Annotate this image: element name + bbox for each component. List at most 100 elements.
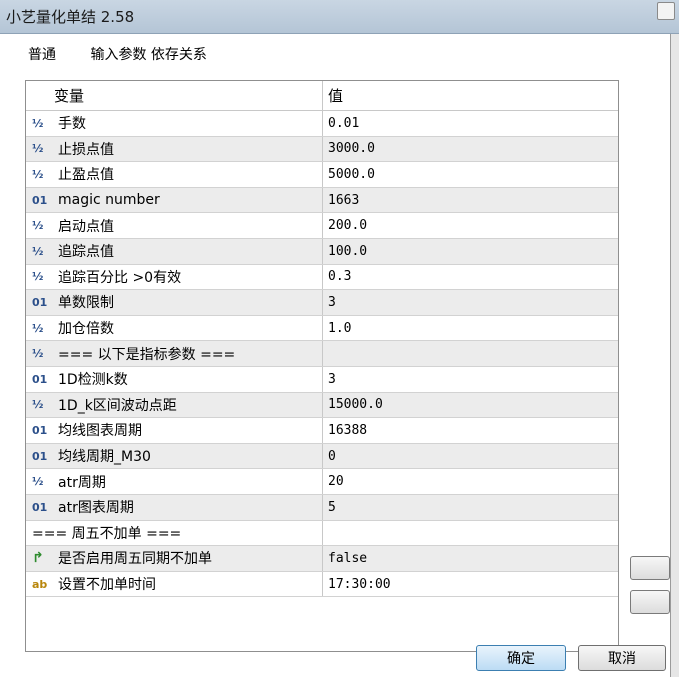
double-icon: ½ [32, 244, 44, 258]
double-icon: ½ [32, 321, 44, 335]
string-icon: ab [32, 577, 48, 591]
double-icon: ½ [32, 167, 44, 181]
parameter-value[interactable]: false [328, 546, 614, 571]
column-separator [322, 392, 323, 418]
parameter-name: 01 1D检测k数 [32, 367, 318, 392]
parameter-value[interactable]: 0.01 [328, 111, 614, 136]
window-title: 小艺量化单结 2.58 [6, 8, 135, 26]
column-separator [322, 162, 323, 187]
table-row[interactable]: 01 均线周期_M30 0 [26, 443, 618, 470]
parameter-name: ½ 追踪百分比 >0有效 [32, 265, 318, 290]
parameter-label: 追踪点值 [58, 244, 114, 261]
column-separator [322, 239, 323, 264]
title-bar[interactable]: 小艺量化单结 2.58 [0, 0, 679, 34]
table-row[interactable]: 01 1D检测k数 3 [26, 367, 618, 393]
parameter-label: 是否启用周五同期不加单 [58, 551, 212, 568]
parameter-value[interactable]: 1663 [328, 188, 614, 213]
parameter-name: 01 均线周期_M30 [32, 444, 318, 469]
parameter-value[interactable]: 0 [328, 444, 614, 469]
side-button-bottom[interactable] [630, 590, 670, 614]
parameter-name: ½ 追踪点值 [32, 239, 318, 264]
parameter-name: ½ atr周期 [32, 469, 318, 494]
column-separator [322, 520, 323, 546]
parameter-name: === 周五不加单 === [32, 521, 318, 546]
column-separator [322, 81, 323, 110]
table-row[interactable]: ½ === 以下是指标参数 === [26, 341, 618, 367]
close-button[interactable] [657, 2, 675, 20]
table-row[interactable]: ½ 1D_k区间波动点距 15000.0 [26, 392, 618, 419]
table-row[interactable]: 01 magic number 1663 [26, 187, 618, 214]
parameter-value[interactable]: 17:30:00 [328, 572, 614, 597]
parameter-value[interactable]: 3 [328, 367, 614, 392]
table-row[interactable]: 01 单数限制 3 [26, 290, 618, 316]
side-panel-edge [670, 34, 679, 677]
table-row[interactable]: 01 均线图表周期 16388 [26, 418, 618, 444]
parameters-table[interactable]: 变量 值 ½ 手数 0.01 ½ 止损点值 3000.0 ½ 止盈点值 5000.0 01 magi… [25, 80, 619, 652]
double-icon: ½ [32, 270, 44, 284]
parameter-label: atr周期 [58, 474, 106, 491]
column-separator [322, 495, 323, 520]
parameter-label: 手数 [58, 116, 86, 133]
column-separator [322, 571, 323, 597]
table-row[interactable]: ½ 追踪百分比 >0有效 0.3 [26, 264, 618, 291]
parameter-label: 止盈点值 [58, 167, 114, 184]
column-separator [322, 546, 323, 571]
parameter-name: 01 单数限制 [32, 290, 318, 315]
parameter-label: 1D_k区间波动点距 [58, 397, 177, 414]
parameter-value[interactable]: 15000.0 [328, 393, 614, 418]
table-row[interactable]: ½ 启动点值 200.0 [26, 213, 618, 239]
table-row[interactable]: ½ 手数 0.01 [26, 111, 618, 137]
parameter-value[interactable]: 100.0 [328, 239, 614, 264]
header-value: 值 [328, 87, 344, 105]
table-row[interactable]: ½ 追踪点值 100.0 [26, 239, 618, 265]
parameter-value[interactable] [328, 341, 614, 366]
dialog-body: 普通 输入参数 依存关系 变量 值 ½ 手数 0.01 ½ 止损点值 3000.0 ½ 止盈点… [0, 34, 670, 677]
parameter-value[interactable]: 3000.0 [328, 137, 614, 162]
table-row[interactable]: ↱ 是否启用周五同期不加单 false [26, 546, 618, 572]
double-icon: ½ [32, 142, 44, 156]
parameter-name: ½ 启动点值 [32, 213, 318, 238]
header-variable: 变量 [54, 87, 85, 105]
column-separator [322, 443, 323, 469]
column-separator [322, 315, 323, 341]
table-row[interactable]: ab 设置不加单时间 17:30:00 [26, 571, 618, 598]
parameter-value[interactable]: 0.3 [328, 265, 614, 290]
parameter-value[interactable]: 5000.0 [328, 162, 614, 187]
column-separator [322, 469, 323, 494]
integer-icon: 01 [32, 372, 48, 386]
table-row[interactable]: 01 atr图表周期 5 [26, 495, 618, 521]
tab-general[interactable]: 普通 [28, 44, 56, 64]
table-row[interactable]: ½ 止盈点值 5000.0 [26, 162, 618, 188]
parameter-value[interactable]: 20 [328, 469, 614, 494]
parameter-value[interactable]: 5 [328, 495, 614, 520]
parameter-label: atr图表周期 [58, 500, 134, 517]
integer-icon: 01 [32, 295, 48, 309]
table-row[interactable]: ½ 止损点值 3000.0 [26, 136, 618, 163]
parameter-label: === 周五不加单 === [32, 525, 182, 542]
parameter-label: 加仓倍数 [58, 321, 114, 338]
cancel-button[interactable]: 取消 [578, 645, 666, 671]
table-row[interactable]: === 周五不加单 === [26, 520, 618, 547]
parameter-name: ½ === 以下是指标参数 === [32, 341, 318, 366]
parameter-name: 01 均线图表周期 [32, 418, 318, 443]
parameter-value[interactable]: 3 [328, 290, 614, 315]
table-row[interactable]: ½ 加仓倍数 1.0 [26, 315, 618, 342]
parameter-label: 设置不加单时间 [58, 577, 156, 594]
parameter-name: 01 magic number [32, 188, 318, 213]
column-separator [322, 187, 323, 213]
side-button-top[interactable] [630, 556, 670, 580]
parameter-value[interactable]: 1.0 [328, 316, 614, 341]
parameter-label: 均线图表周期 [58, 423, 142, 440]
parameter-value[interactable]: 16388 [328, 418, 614, 443]
parameter-value[interactable] [328, 521, 614, 546]
table-row[interactable]: ½ atr周期 20 [26, 469, 618, 495]
parameter-label: 均线周期_M30 [58, 449, 151, 466]
double-icon: ½ [32, 475, 44, 489]
parameter-label: === 以下是指标参数 === [58, 346, 236, 363]
parameter-value[interactable]: 200.0 [328, 213, 614, 238]
parameter-label: 启动点值 [58, 218, 114, 235]
double-icon: ½ [32, 116, 44, 130]
ok-button[interactable]: 确定 [476, 645, 566, 671]
tab-inputs[interactable]: 输入参数 依存关系 [90, 44, 206, 64]
parameter-name: ½ 止损点值 [32, 137, 318, 162]
